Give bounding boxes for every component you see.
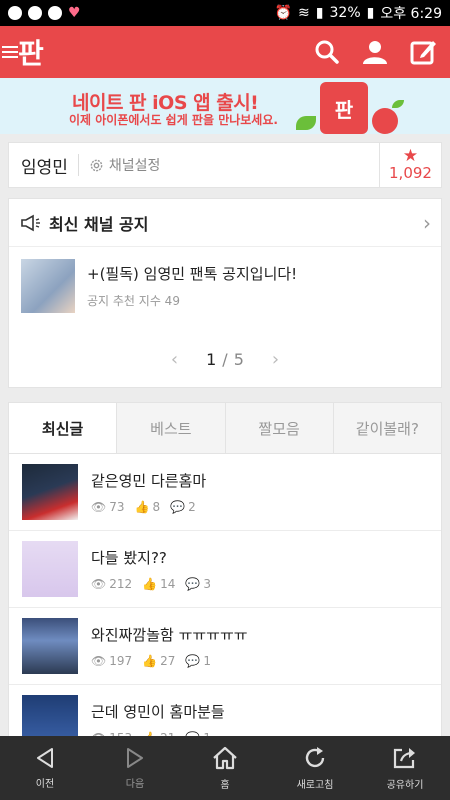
gear-icon (90, 159, 103, 171)
home-label: 홈 (220, 779, 230, 791)
thumbs-up-icon: 👍 (142, 577, 158, 591)
page-total: 5 (233, 350, 244, 369)
phone-illustration: 판 (320, 82, 368, 134)
app-header: 판 (0, 26, 450, 78)
back-label: 이전 (35, 778, 55, 790)
view-count: 212 (109, 577, 133, 591)
favorite-count: 1,092 (389, 164, 432, 182)
notice-item-title: +(필독) 임영민 팬톡 공지입니다! (87, 265, 298, 283)
promo-banner[interactable]: 네이트 판 iOS 앱 출시! 이제 아이폰에서도 쉽게 판을 만나보세요. 판 (0, 78, 450, 134)
channel-name: 임영민 (21, 157, 68, 178)
profile-icon[interactable] (362, 39, 388, 65)
divider (77, 154, 79, 176)
channel-notice-card: 최신 채널 공지 › +(필독) 임영민 팬톡 공지입니다! 공지 추천 지수 … (8, 198, 442, 388)
like-count: 14 (160, 577, 176, 591)
notice-item[interactable]: +(필독) 임영민 팬톡 공지입니다! 공지 추천 지수 49 (21, 259, 297, 313)
alarm-icon: ⏰ (274, 5, 293, 21)
eye-icon: 👁 (91, 500, 107, 514)
eye-icon: 👁 (91, 577, 107, 591)
list-item[interactable]: 근데 영민이 홈마분들 👁153 👍21 💬1 (9, 685, 441, 736)
eye-icon: 👁 (91, 654, 107, 668)
view-count: 197 (109, 654, 133, 668)
forward-icon (127, 747, 143, 768)
refresh-button[interactable]: 새로고침 (270, 736, 360, 800)
tab-best[interactable]: 베스트 (116, 403, 224, 453)
post-title: 근데 영민이 홈마분들 (91, 703, 225, 721)
search-icon[interactable] (314, 39, 340, 65)
leaf-decoration (392, 100, 404, 108)
refresh-icon (305, 746, 325, 767)
thumbs-up-icon: 👍 (134, 500, 150, 514)
post-title: 같은영민 다른홈마 (91, 472, 207, 490)
post-title: 와진짜깜놀함 ㅠㅠㅠㅠㅠ (91, 626, 248, 644)
thumbs-up-icon: 👍 (142, 654, 158, 668)
apple-illustration (372, 108, 398, 134)
post-title: 다들 봤지?? (91, 549, 167, 567)
page-separator: / (222, 350, 228, 369)
post-thumbnail (22, 464, 78, 520)
channel-settings-button[interactable]: 채널설정 (89, 155, 161, 175)
share-button[interactable]: 공유하기 (360, 736, 450, 800)
comment-count: 1 (203, 654, 211, 668)
like-count: 27 (160, 654, 176, 668)
post-thumbnail (22, 695, 78, 736)
notice-item-meta: 공지 추천 지수 49 (87, 294, 180, 308)
list-item[interactable]: 와진짜깜놀함 ㅠㅠㅠㅠㅠ 👁 197 👍 27 💬 1 (9, 608, 441, 685)
tab-latest[interactable]: 최신글 (9, 403, 117, 453)
notice-section-title: 최신 채널 공지 (49, 214, 149, 234)
leaf-decoration (296, 116, 316, 130)
menu-icon[interactable] (2, 46, 18, 58)
comment-icon: 💬 (185, 577, 201, 591)
comment-icon: 💬 (170, 500, 186, 514)
share-icon (393, 747, 415, 768)
comment-icon: 💬 (185, 654, 201, 668)
prev-page-icon[interactable]: ‹ (171, 349, 178, 370)
comment-count: 2 (188, 500, 196, 514)
banner-subtitle: 이제 아이폰에서도 쉽게 판을 만나보세요. (69, 113, 278, 127)
status-bar: ♥ ⏰ ≋ ▮ 32% ▮ 오후 6:29 (0, 0, 450, 26)
star-icon: ★ (402, 146, 419, 166)
chevron-right-icon: › (423, 210, 431, 235)
notice-thumbnail (21, 259, 75, 313)
back-button[interactable]: 이전 (0, 736, 90, 800)
favorite-star-button[interactable]: ★ 1,092 (379, 143, 441, 187)
board-tabs: 최신글 베스트 짤모음 같이볼래? (8, 402, 442, 454)
signal-icon: ▮ (315, 5, 324, 21)
list-item[interactable]: 같은영민 다른홈마 👁 73 👍 8 💬 2 (9, 454, 441, 531)
notice-pager: ‹ 1 / 5 › (9, 349, 441, 370)
view-count: 73 (109, 500, 125, 514)
talk-notification-icon (48, 6, 62, 20)
tab-watch-together[interactable]: 같이볼래? (332, 403, 441, 453)
battery-percent: 32% (329, 5, 361, 21)
app-notification-icon (8, 6, 22, 20)
app-logo[interactable]: 판 (18, 32, 44, 72)
forward-button[interactable]: 다음 (90, 736, 180, 800)
back-icon (37, 747, 53, 768)
wifi-icon: ≋ (298, 5, 310, 21)
notice-header[interactable]: 최신 채널 공지 › (9, 199, 441, 247)
write-icon[interactable] (410, 38, 438, 66)
next-page-icon[interactable]: › (272, 349, 279, 370)
like-count: 8 (152, 500, 161, 514)
comment-count: 3 (203, 577, 211, 591)
forward-label: 다음 (125, 778, 145, 790)
page-current: 1 (206, 350, 217, 369)
home-icon (213, 746, 237, 769)
channel-card: 임영민 채널설정 ★ 1,092 (8, 142, 442, 188)
megaphone-icon (21, 214, 40, 231)
heart-notification-icon: ♥ (68, 5, 81, 21)
app-notification-icon (28, 6, 42, 20)
tab-photos[interactable]: 짤모음 (224, 403, 333, 453)
post-list: 같은영민 다른홈마 👁 73 👍 8 💬 2 다들 봤지?? 👁 212 👍 14 💬 3 … (8, 454, 442, 736)
home-button[interactable]: 홈 (180, 736, 270, 800)
list-item[interactable]: 다들 봤지?? 👁 212 👍 14 💬 3 (9, 531, 441, 608)
post-thumbnail (22, 618, 78, 674)
post-thumbnail (22, 541, 78, 597)
browser-bottom-bar: 이전 다음 홈 새로고침 공유하기 (0, 736, 450, 800)
battery-icon: ▮ (366, 5, 375, 21)
channel-settings-label: 채널설정 (108, 158, 161, 174)
clock: 오후 6:29 (380, 6, 442, 22)
refresh-label: 새로고침 (296, 779, 334, 791)
share-label: 공유하기 (386, 779, 424, 791)
